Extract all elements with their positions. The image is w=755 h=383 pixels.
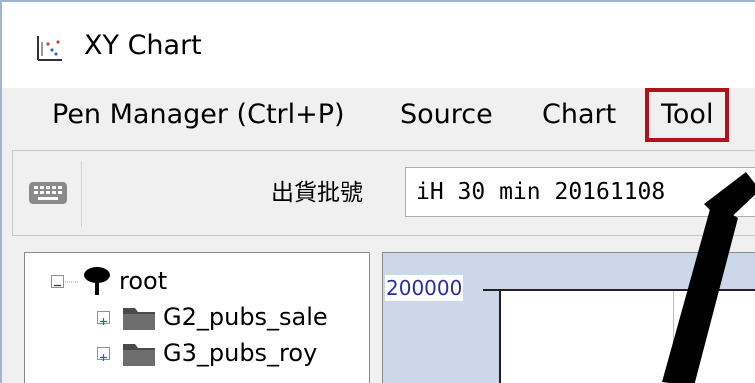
xy-chart-icon [37, 36, 62, 61]
shipment-batch-select[interactable]: iH 30 min 20161108 [405, 167, 755, 217]
chevron-down-icon[interactable] [736, 180, 755, 204]
window-title: XY Chart [84, 30, 202, 61]
toolbar: 出貨批號 iH 30 min 20161108 [12, 150, 755, 236]
source-tree: root G2_pubs_sale G3_pubs_roy [24, 252, 370, 383]
menu-bar: Pen Manager (Ctrl+P) Source Chart Tool [2, 88, 755, 142]
y-axis-tick [483, 289, 499, 291]
folder-icon [123, 308, 155, 330]
menu-pen-manager[interactable]: Pen Manager (Ctrl+P) [52, 88, 345, 142]
keyboard-icon[interactable] [27, 176, 69, 210]
menu-chart[interactable]: Chart [542, 88, 616, 142]
xy-chart-window: XY Chart Pen Manager (Ctrl+P) Source Cha… [0, 0, 755, 383]
tree-connector [65, 281, 79, 283]
title-bar: XY Chart [2, 2, 755, 88]
expand-icon[interactable] [97, 311, 110, 325]
chart-plot-area[interactable]: 200000 [382, 252, 755, 383]
plot-frame [499, 289, 755, 383]
tree-node-g2[interactable]: G2_pubs_sale [85, 299, 369, 335]
tree-node-g3[interactable]: G3_pubs_roy [85, 335, 369, 371]
tree-icon [84, 267, 110, 295]
folder-icon [123, 344, 155, 366]
grid-line [673, 291, 674, 383]
tree-node-root[interactable]: root [43, 263, 363, 299]
y-axis-tick-label: 200000 [385, 275, 464, 301]
tree-node-label: G3_pubs_roy [163, 339, 318, 367]
tree-node-label: root [119, 267, 168, 295]
shipment-batch-value: iH 30 min 20161108 [416, 179, 666, 205]
menu-source[interactable]: Source [400, 88, 493, 142]
menu-tool[interactable]: Tool [645, 88, 730, 142]
toolbar-separator [81, 161, 82, 227]
shipment-batch-label: 出貨批號 [271, 180, 363, 206]
expand-icon[interactable] [97, 347, 110, 361]
collapse-icon[interactable] [51, 275, 64, 288]
tree-node-label: G2_pubs_sale [163, 303, 328, 331]
